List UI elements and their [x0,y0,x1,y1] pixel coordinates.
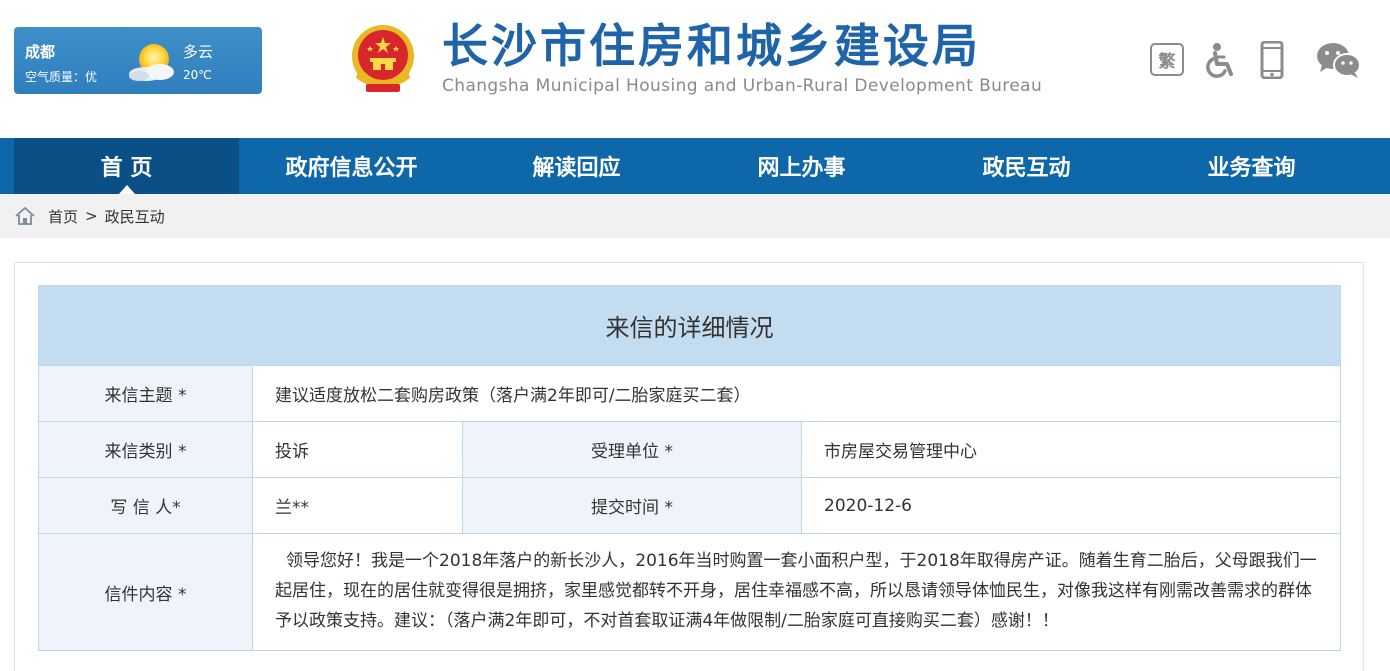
letter-detail-panel: 来信的详细情况 来信主题 * 建议适度放松二套购房政策（落户满2年即可/二胎家庭… [14,262,1364,671]
unit-value: 市房屋交易管理中心 [801,421,1341,478]
type-value: 投诉 [252,421,463,478]
nav-item-interaction[interactable]: 政民互动 [914,138,1139,194]
unit-label: 受理单位 * [462,421,802,478]
breadcrumb-separator: > [85,207,98,225]
weather-city: 成都 [25,43,56,61]
time-label: 提交时间 * [462,477,802,534]
type-label: 来信类别 * [38,421,253,478]
mobile-phone-icon [1260,41,1284,79]
subject-value: 建议适度放松二套购房政策（落户满2年即可/二胎家庭买二套） [252,365,1341,422]
accessibility-button[interactable] [1202,40,1238,80]
breadcrumb-current-link[interactable]: 政民互动 [105,206,165,227]
writer-label: 写 信 人* [38,477,253,534]
home-icon [15,207,35,225]
breadcrumb: 首页 > 政民互动 [0,194,1390,238]
content-label: 信件内容 * [38,533,253,651]
weather-air-quality: 空气质量：优 [25,70,98,84]
letter-detail-table: 来信的详细情况 来信主题 * 建议适度放松二套购房政策（落户满2年即可/二胎家庭… [38,285,1341,651]
time-value: 2020-12-6 [801,477,1341,534]
weather-widget[interactable]: 成都 空气质量：优 多云 20℃ [14,27,262,94]
nav-item-online-services[interactable]: 网上办事 [689,138,914,194]
national-emblem-icon [352,25,414,92]
partly-cloudy-icon [129,44,174,81]
wheelchair-icon [1206,43,1233,78]
site-title-english: Changsha Municipal Housing and Urban-Rur… [442,76,1043,96]
site-title: 长沙市住房和城乡建设局 [442,19,981,73]
nav-item-interpretation[interactable]: 解读回应 [464,138,689,194]
traditional-chinese-button[interactable]: 繁 [1150,43,1184,76]
weather-condition: 多云 [183,43,214,61]
mobile-version-button[interactable] [1258,40,1286,80]
nav-item-home[interactable]: 首 页 [14,138,239,194]
content-value: 领导您好！我是一个2018年落户的新长沙人，2016年当时购置一套小面积户型，于… [252,533,1341,651]
nav-item-business-query[interactable]: 业务查询 [1139,138,1364,194]
letter-caption: 来信的详细情况 [38,285,1341,366]
main-nav: 首 页 政府信息公开 解读回应 网上办事 政民互动 业务查询 [0,138,1390,194]
breadcrumb-home-link[interactable]: 首页 [48,206,78,227]
site-header: 成都 空气质量：优 多云 20℃ 长沙市住房和城乡建设局 Changsha Mu… [0,0,1390,138]
nav-item-gov-info[interactable]: 政府信息公开 [239,138,464,194]
wechat-icon [1317,43,1361,78]
subject-label: 来信主题 * [38,365,253,422]
weather-temperature: 20℃ [183,68,212,82]
writer-value: 兰** [252,477,463,534]
wechat-button[interactable] [1314,40,1364,80]
